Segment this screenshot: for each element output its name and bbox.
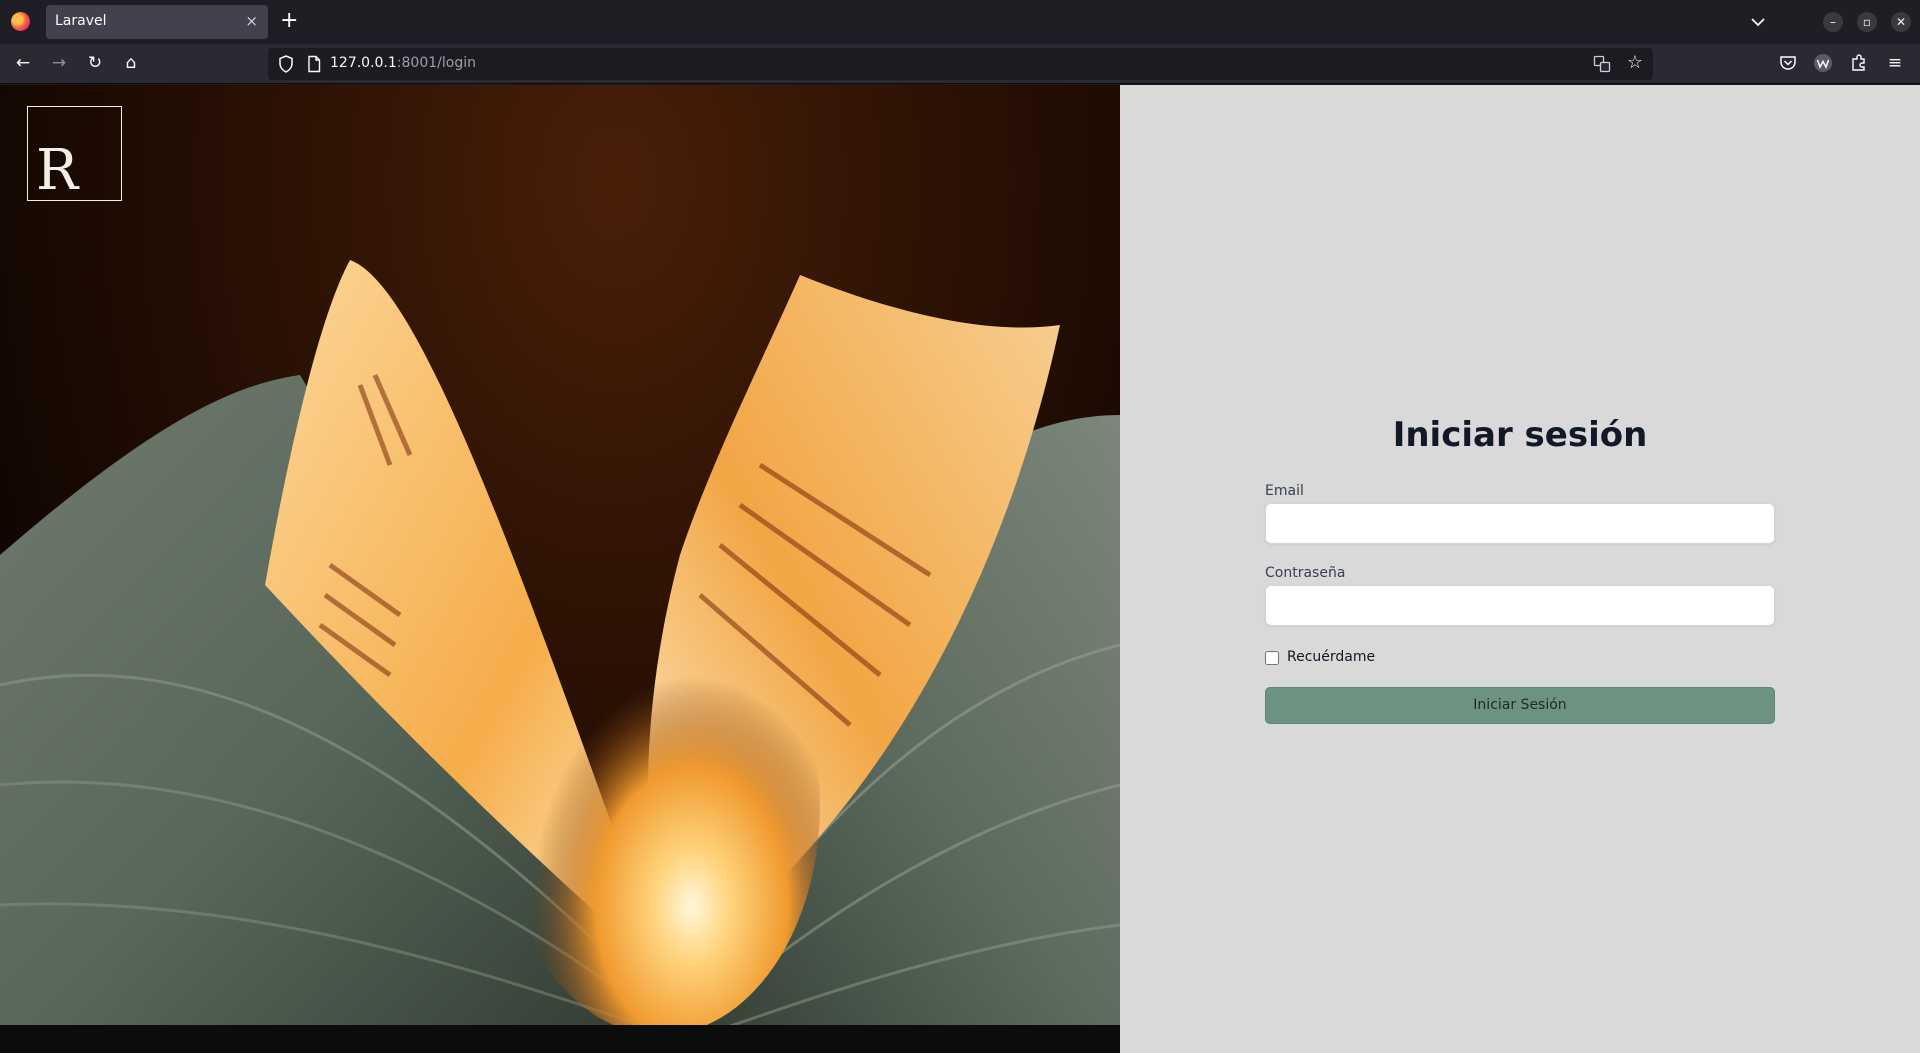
- remember-me-checkbox[interactable]: [1265, 651, 1279, 665]
- tab-list-chevron-icon[interactable]: [1748, 12, 1768, 32]
- maximize-button[interactable]: ▫: [1857, 12, 1877, 32]
- password-field[interactable]: [1265, 585, 1775, 626]
- hero-book-image: R: [0, 85, 1120, 1053]
- tracking-shield-icon[interactable]: [276, 54, 296, 74]
- login-submit-button[interactable]: Iniciar Sesión: [1265, 687, 1775, 724]
- tab-title: Laravel: [55, 13, 107, 29]
- url-host: 127.0.0.1: [330, 55, 397, 71]
- email-label: Email: [1265, 483, 1304, 499]
- extensions-puzzle-icon[interactable]: [1848, 52, 1870, 74]
- browser-tab-bar: Laravel × + – ▫ ✕: [0, 0, 1920, 44]
- brand-logo: R: [27, 106, 122, 201]
- tab-close-icon[interactable]: ×: [245, 12, 258, 30]
- forward-arrow-icon[interactable]: →: [48, 52, 70, 74]
- login-panel: Iniciar sesión Email Contraseña Recuérda…: [1120, 85, 1920, 1053]
- window-close-button[interactable]: ✕: [1891, 12, 1911, 32]
- remember-me-label[interactable]: Recuérdame: [1287, 649, 1375, 665]
- url-path: :8001/login: [396, 55, 476, 71]
- new-tab-button[interactable]: +: [280, 8, 298, 34]
- browser-tab[interactable]: Laravel ×: [46, 5, 268, 39]
- minimize-button[interactable]: –: [1823, 12, 1843, 32]
- extension-w-icon[interactable]: [1812, 52, 1834, 74]
- reload-icon[interactable]: ↻: [84, 52, 106, 74]
- pocket-icon[interactable]: [1777, 52, 1799, 74]
- open-book-illustration: [0, 260, 1120, 1053]
- login-form: Iniciar sesión Email Contraseña Recuérda…: [1265, 415, 1775, 724]
- page-info-icon[interactable]: [304, 54, 324, 74]
- brand-logo-letter: R: [36, 138, 79, 203]
- page-title: Iniciar sesión: [1392, 415, 1648, 455]
- url-bar[interactable]: 127.0.0.1:8001/login ☆: [268, 48, 1653, 80]
- page-content: R Iniciar sesión Email Contraseña Recuér…: [0, 85, 1920, 1053]
- email-field[interactable]: [1265, 503, 1775, 544]
- bookmark-star-icon[interactable]: ☆: [1627, 52, 1643, 74]
- home-icon[interactable]: ⌂: [120, 52, 142, 74]
- back-arrow-icon[interactable]: ←: [12, 52, 34, 74]
- password-label: Contraseña: [1265, 565, 1346, 581]
- browser-nav-bar: ← → ↻ ⌂ 127.0.0.1:8001/login ☆ ≡: [0, 44, 1920, 84]
- translate-icon[interactable]: [1593, 55, 1611, 73]
- firefox-logo-icon: [11, 12, 30, 31]
- url-text[interactable]: 127.0.0.1:8001/login: [330, 55, 476, 71]
- app-menu-icon[interactable]: ≡: [1884, 52, 1906, 74]
